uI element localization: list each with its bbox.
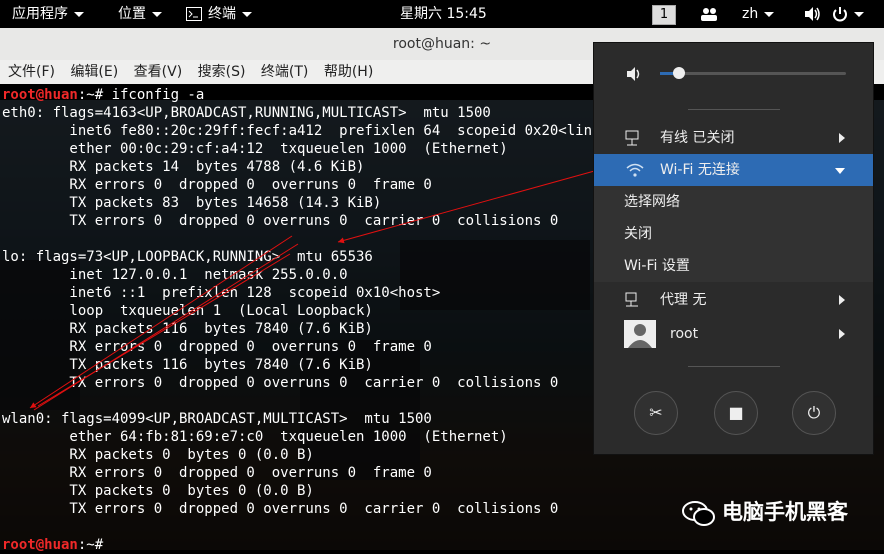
divider xyxy=(688,109,780,110)
menu-edit[interactable]: 编辑(E) xyxy=(70,60,118,84)
wifi-settings[interactable]: Wi-Fi 设置 xyxy=(594,250,873,282)
command-line: :~# ifconfig -a xyxy=(77,87,205,103)
system-menu: 有线 已关闭 Wi-Fi 无连接 选择网络 关闭 Wi-Fi 设置 代理 无 r… xyxy=(593,42,874,455)
applications-menu[interactable]: 应用程序 xyxy=(12,0,84,28)
settings-icon: ✂ xyxy=(649,403,663,422)
wired-network-icon xyxy=(625,130,639,146)
shutdown-icon: ⏻ xyxy=(807,403,821,422)
chevron-right-icon xyxy=(839,329,845,339)
terminal-app-label: 终端 xyxy=(208,6,236,22)
wifi-icon xyxy=(626,163,644,177)
proxy-item[interactable]: 代理 无 xyxy=(594,284,873,316)
chevron-down-icon xyxy=(764,11,775,17)
prompt-suffix: :~# xyxy=(77,537,112,553)
wired-network-item[interactable]: 有线 已关闭 xyxy=(594,122,873,154)
divider xyxy=(688,366,780,367)
input-method-menu[interactable]: zh xyxy=(742,0,775,28)
chevron-down-icon xyxy=(74,11,84,17)
prompt: root@huan xyxy=(2,87,78,103)
volume-slider-handle[interactable] xyxy=(672,67,685,79)
places-label: 位置 xyxy=(118,6,146,22)
chevron-down-icon xyxy=(854,11,864,17)
lock-icon: ■ xyxy=(728,403,744,422)
menu-view[interactable]: 查看(V) xyxy=(134,60,183,84)
chevron-down-icon xyxy=(242,11,252,17)
speaker-icon xyxy=(627,67,640,81)
watermark: 电脑手机黑客 xyxy=(682,496,848,526)
proxy-label: 代理 无 xyxy=(660,292,707,308)
system-menu-button[interactable] xyxy=(832,0,864,28)
proxy-icon xyxy=(625,292,638,307)
workspace-number: 1 xyxy=(652,5,676,25)
user-item[interactable]: root xyxy=(594,318,873,350)
chevron-right-icon xyxy=(839,133,845,143)
prompt: root@huan xyxy=(2,537,78,553)
terminal-output: eth0: flags=4163<UP,BROADCAST,RUNNING,MU… xyxy=(2,105,609,517)
terminal-icon xyxy=(186,7,202,21)
chevron-down-icon xyxy=(835,168,845,174)
language-label: zh xyxy=(742,6,759,22)
wifi-select-network-label: 选择网络 xyxy=(624,194,680,210)
menu-terminal[interactable]: 终端(T) xyxy=(261,60,308,84)
wechat-icon xyxy=(682,501,715,526)
wifi-turn-off[interactable]: 关闭 xyxy=(594,218,873,250)
user-label: root xyxy=(670,326,699,342)
chevron-down-icon xyxy=(152,11,162,17)
speaker-icon[interactable] xyxy=(804,0,822,28)
wired-network-label: 有线 已关闭 xyxy=(660,130,735,146)
settings-button[interactable]: ✂ xyxy=(634,391,678,435)
terminal-app-menu[interactable]: 终端 xyxy=(186,0,252,28)
menu-file[interactable]: 文件(F) xyxy=(8,60,55,84)
wifi-turn-off-label: 关闭 xyxy=(624,226,652,242)
applications-label: 应用程序 xyxy=(12,6,68,22)
menu-search[interactable]: 搜索(S) xyxy=(198,60,246,84)
clock[interactable]: 星期六 15:45 xyxy=(400,0,487,28)
shutdown-button[interactable]: ⏻ xyxy=(792,391,836,435)
wifi-item[interactable]: Wi-Fi 无连接 xyxy=(594,154,873,186)
power-icon xyxy=(833,7,847,22)
wifi-select-network[interactable]: 选择网络 xyxy=(594,186,873,218)
places-menu[interactable]: 位置 xyxy=(118,0,162,28)
lock-button[interactable]: ■ xyxy=(714,391,758,435)
menu-help[interactable]: 帮助(H) xyxy=(324,60,373,84)
watermark-text: 电脑手机黑客 xyxy=(722,500,848,524)
user-group-icon[interactable] xyxy=(700,0,718,28)
volume-slider[interactable] xyxy=(660,67,846,79)
chevron-right-icon xyxy=(839,295,845,305)
top-panel: 应用程序 位置 终端 星期六 15:45 1 zh xyxy=(0,0,884,28)
user-avatar-icon xyxy=(624,320,656,348)
wifi-label: Wi-Fi 无连接 xyxy=(660,162,740,178)
wifi-settings-label: Wi-Fi 设置 xyxy=(624,258,690,274)
workspace-indicator[interactable]: 1 xyxy=(652,0,676,28)
